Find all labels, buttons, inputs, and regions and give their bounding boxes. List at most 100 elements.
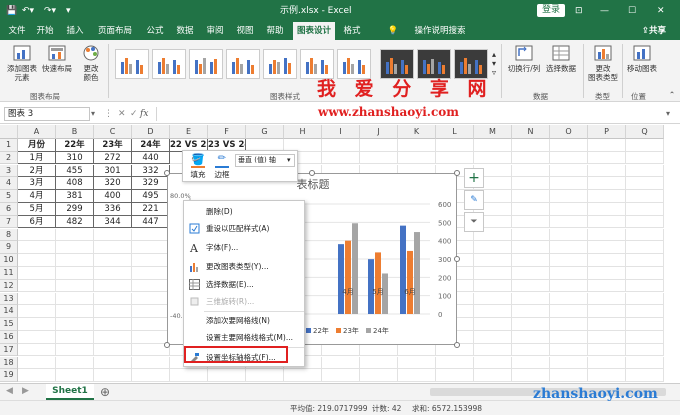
cell[interactable]: [132, 369, 170, 382]
cell[interactable]: [132, 267, 170, 280]
cell[interactable]: 4月: [18, 190, 56, 203]
outline-pen-icon[interactable]: ✏: [213, 153, 231, 167]
enter-icon[interactable]: ✓: [130, 107, 140, 121]
selector-dropdown-icon[interactable]: ▾: [287, 154, 295, 167]
cell[interactable]: [588, 215, 626, 229]
cell[interactable]: [132, 305, 170, 318]
row-header[interactable]: 4: [0, 177, 18, 190]
context-menu-item[interactable]: 添加次要网格线(N): [184, 312, 304, 329]
cell[interactable]: [588, 228, 626, 242]
cell[interactable]: [512, 331, 550, 344]
cell[interactable]: [550, 279, 588, 293]
chart-filters-funnel-icon[interactable]: ⏷: [464, 212, 484, 232]
cell[interactable]: [208, 369, 246, 382]
cell[interactable]: [246, 369, 284, 382]
cell[interactable]: 408: [56, 177, 94, 190]
cell[interactable]: [56, 254, 94, 267]
chart-style-3[interactable]: [189, 49, 223, 79]
column-header[interactable]: I: [322, 125, 360, 139]
context-menu-item[interactable]: 选择数据(E)...: [184, 276, 304, 293]
context-menu-item[interactable]: 重设以匹配样式(A): [184, 220, 304, 237]
cell[interactable]: [322, 139, 360, 152]
cell[interactable]: [588, 331, 626, 344]
cell[interactable]: [132, 279, 170, 293]
scroll-left-icon[interactable]: ◀: [6, 386, 13, 396]
cell[interactable]: 495: [132, 190, 170, 203]
cell[interactable]: [56, 369, 94, 382]
chart-style-2[interactable]: [152, 49, 186, 79]
fill-label[interactable]: 填充: [187, 169, 209, 180]
column-header[interactable]: L: [436, 125, 474, 139]
cell[interactable]: [18, 305, 56, 318]
cell[interactable]: [626, 343, 664, 357]
cell[interactable]: [512, 190, 550, 203]
cell[interactable]: [626, 254, 664, 267]
cell[interactable]: [512, 203, 550, 216]
cell[interactable]: [360, 151, 398, 165]
row-header[interactable]: 1: [0, 139, 18, 152]
cell[interactable]: [626, 331, 664, 344]
cell[interactable]: [626, 215, 664, 229]
cell[interactable]: [94, 356, 132, 370]
move-chart-button[interactable]: 移动图表: [624, 44, 660, 73]
chart-style-5[interactable]: [263, 49, 297, 79]
tell-me-search[interactable]: 操作说明搜索: [400, 22, 480, 40]
tab-page-layout[interactable]: 页面布局: [92, 22, 138, 40]
cell[interactable]: [626, 241, 664, 254]
cell[interactable]: [588, 292, 626, 306]
column-header[interactable]: M: [474, 125, 512, 139]
cell[interactable]: [18, 331, 56, 344]
cell[interactable]: [474, 343, 512, 357]
tab-help[interactable]: 帮助: [262, 22, 288, 40]
cell[interactable]: [550, 190, 588, 203]
cell[interactable]: [132, 318, 170, 331]
cell[interactable]: [56, 267, 94, 280]
cell[interactable]: [132, 292, 170, 306]
cell[interactable]: [550, 254, 588, 267]
cell[interactable]: 3月: [18, 177, 56, 190]
column-header[interactable]: F: [208, 125, 246, 139]
cell[interactable]: 221: [132, 203, 170, 216]
cell[interactable]: 月份: [18, 139, 56, 152]
cell[interactable]: [626, 151, 664, 165]
outline-label[interactable]: 边框: [211, 169, 233, 180]
cell[interactable]: [512, 241, 550, 254]
add-chart-element-button[interactable]: 添加图表 元素: [4, 44, 40, 82]
cell[interactable]: [550, 369, 588, 382]
cell[interactable]: [284, 369, 322, 382]
autosave-icon[interactable]: 💾: [6, 0, 17, 22]
cell[interactable]: [94, 305, 132, 318]
cell[interactable]: [436, 369, 474, 382]
cell[interactable]: [512, 343, 550, 357]
cell[interactable]: [18, 254, 56, 267]
cell[interactable]: [474, 331, 512, 344]
cell[interactable]: [588, 356, 626, 370]
cell[interactable]: [550, 292, 588, 306]
cell[interactable]: [18, 279, 56, 293]
tab-file[interactable]: 文件: [4, 22, 30, 40]
row-header[interactable]: 6: [0, 203, 18, 216]
cell[interactable]: 400: [94, 190, 132, 203]
cell[interactable]: [474, 318, 512, 331]
cell[interactable]: [550, 203, 588, 216]
resize-handle[interactable]: [164, 170, 170, 176]
column-header[interactable]: J: [360, 125, 398, 139]
row-header[interactable]: 12: [0, 279, 18, 293]
cell[interactable]: [474, 279, 512, 293]
add-sheet-icon[interactable]: ⊕: [100, 384, 110, 400]
cell[interactable]: [474, 267, 512, 280]
cell[interactable]: [398, 139, 436, 152]
cell[interactable]: [94, 241, 132, 254]
cell[interactable]: [512, 267, 550, 280]
cell[interactable]: [18, 267, 56, 280]
cell[interactable]: [436, 139, 474, 152]
cell[interactable]: [132, 228, 170, 242]
cell[interactable]: [512, 177, 550, 190]
cell[interactable]: [474, 139, 512, 152]
cell[interactable]: [512, 254, 550, 267]
cell[interactable]: [512, 356, 550, 370]
tab-format[interactable]: 格式: [339, 22, 365, 40]
cell[interactable]: [94, 318, 132, 331]
chart-style-1[interactable]: [115, 49, 149, 79]
cell[interactable]: [588, 305, 626, 318]
